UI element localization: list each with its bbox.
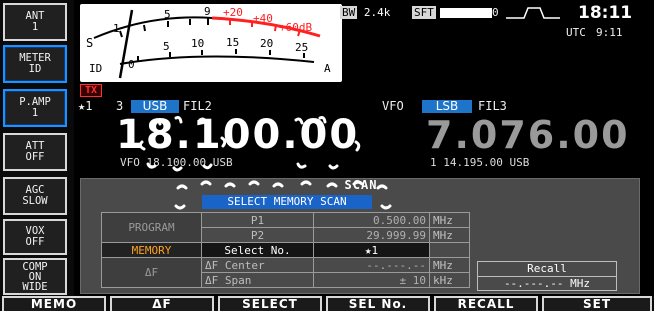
meter-scale-1: 1 — [113, 22, 120, 35]
value-p1: 0.500.00 — [313, 212, 430, 228]
utc-label: UTC — [566, 26, 586, 39]
meter-a-label: A — [324, 62, 331, 75]
meter-id-5: 5 — [163, 40, 170, 53]
bw-value: 2.4k — [363, 6, 391, 19]
meter-scale-9: 9 — [204, 5, 211, 18]
recall-key[interactable]: RECALL — [434, 296, 538, 311]
main-vfo-number: 3 — [116, 99, 124, 113]
side-key-column: ANT 1 METER ID P.AMP 1 ATT OFF AGC SLOW … — [0, 0, 74, 296]
meter-s-label: S — [86, 36, 94, 50]
agc-key-line2: SLOW — [22, 195, 48, 207]
preamp-key-line2: 1 — [31, 107, 39, 119]
recall-title: Recall — [478, 262, 616, 277]
memory-star-label: ★1 — [78, 99, 93, 113]
bw-indicator: BW 2.4k — [340, 6, 390, 21]
scan-table: PROGRAM P1 0.500.00 MHz P2 29.999.99 MHz… — [101, 212, 470, 288]
meter-id-25: 25 — [295, 41, 309, 54]
tx-badge: TX — [80, 84, 102, 97]
table-row: MEMORY Select No. ★1 — [101, 242, 470, 258]
meter-scale-plus60: +60dB — [279, 21, 313, 34]
delta-f-key[interactable]: ΔF — [110, 296, 214, 311]
meter-id-label: ID — [89, 62, 103, 75]
meter-id-20: 20 — [260, 37, 274, 50]
meter-scale-5: 5 — [164, 8, 171, 21]
vox-key[interactable]: VOX OFF — [3, 219, 67, 255]
unit-p1: MHz — [429, 212, 470, 228]
param-p1: P1 — [201, 212, 314, 228]
set-key[interactable]: SET — [542, 296, 652, 311]
sub-mode-badge: LSB — [422, 100, 472, 113]
meter-id-10: 10 — [191, 37, 205, 50]
clock: 18:11 — [578, 3, 633, 23]
param-delta-span: ΔF Span — [201, 272, 314, 288]
sft-label: SFT — [412, 6, 436, 19]
comp-key-line1: COMP — [22, 260, 48, 273]
unit-select-no — [429, 242, 470, 258]
sft-indicator: SFT — [412, 6, 436, 21]
agc-key[interactable]: AGC SLOW — [3, 177, 67, 215]
sub-vfo-label: VFO — [382, 99, 404, 113]
value-p2: 29.999.99 — [313, 227, 430, 243]
main-frequency: 18.100.00 — [116, 112, 360, 158]
comp-key[interactable]: COMP ON WIDE — [3, 258, 67, 295]
comp-key-line2: ON — [28, 270, 42, 283]
ant-key-line2: 1 — [31, 21, 39, 33]
meter-id-0: 0 — [128, 58, 135, 71]
scan-title: SCAN — [344, 178, 378, 192]
meter-scale-plus20: +20 — [223, 6, 243, 19]
recall-box: Recall --.---.-- MHz — [477, 261, 617, 291]
main-filter: FIL2 — [183, 99, 212, 113]
meter-key-line2: ID — [28, 63, 42, 75]
delta-f-scan-mode[interactable]: ΔF — [101, 257, 202, 288]
recall-value: --.---.-- — [503, 277, 564, 290]
analog-meter: S ID A 1 5 9 +20 +40 +60dB 0 5 10 15 20 … — [80, 4, 342, 82]
att-key[interactable]: ATT OFF — [3, 133, 67, 171]
att-key-line2: OFF — [25, 151, 45, 163]
utc-time: 9:11 — [596, 26, 623, 39]
select-memory-scan-banner[interactable]: SELECT MEMORY SCAN — [202, 195, 372, 209]
vox-key-line2: OFF — [25, 236, 45, 248]
unit-delta-center: MHz — [429, 257, 470, 273]
table-row: ΔF ΔF Center --.---.-- MHz — [101, 257, 470, 288]
param-p2: P2 — [201, 227, 314, 243]
unit-p2: MHz — [429, 227, 470, 243]
param-delta-center: ΔF Center — [201, 257, 314, 273]
memory-scan-mode[interactable]: MEMORY — [101, 242, 202, 258]
program-scan-mode[interactable]: PROGRAM — [101, 212, 202, 243]
recall-line: --.---.-- MHz — [478, 277, 616, 291]
sub-filter: FIL3 — [478, 99, 507, 113]
unit-delta-span: kHz — [429, 272, 470, 288]
sel-no-key[interactable]: SEL No. — [326, 296, 430, 311]
function-key-row: MEMO ΔF SELECT SEL No. RECALL SET — [0, 296, 654, 311]
memo-key[interactable]: MEMO — [2, 296, 106, 311]
value-delta-span: ± 10 — [313, 272, 430, 288]
sub-frequency: 7.076.00 — [426, 113, 630, 157]
bw-label: BW — [340, 6, 358, 19]
preamp-key[interactable]: P.AMP 1 — [3, 89, 67, 127]
radio-display: S ID A 1 5 9 +20 +40 +60dB 0 5 10 15 20 … — [74, 0, 654, 296]
meter-key[interactable]: METER ID — [3, 45, 67, 83]
filter-shape-icon — [506, 7, 560, 19]
main-sub-line: VFO 18.100.00 USB — [120, 156, 233, 169]
value-delta-center: --.---.-- — [313, 257, 430, 273]
ant-key[interactable]: ANT 1 — [3, 3, 67, 41]
sft-bar — [440, 8, 492, 18]
sft-value: 0 — [492, 6, 499, 19]
meter-id-15: 15 — [226, 36, 240, 49]
recall-unit: MHz — [570, 277, 591, 290]
param-select-no: Select No. — [201, 242, 314, 258]
table-row: PROGRAM P1 0.500.00 MHz — [101, 212, 470, 243]
scan-panel: SCAN SELECT MEMORY SCAN PROGRAM P1 0.500… — [80, 178, 640, 294]
comp-key-line3: WIDE — [22, 280, 48, 293]
value-select-no: ★1 — [313, 242, 430, 258]
select-key[interactable]: SELECT — [218, 296, 322, 311]
sub-sub-line: 1 14.195.00 USB — [430, 156, 530, 169]
meter-scale-plus40: +40 — [253, 12, 273, 25]
